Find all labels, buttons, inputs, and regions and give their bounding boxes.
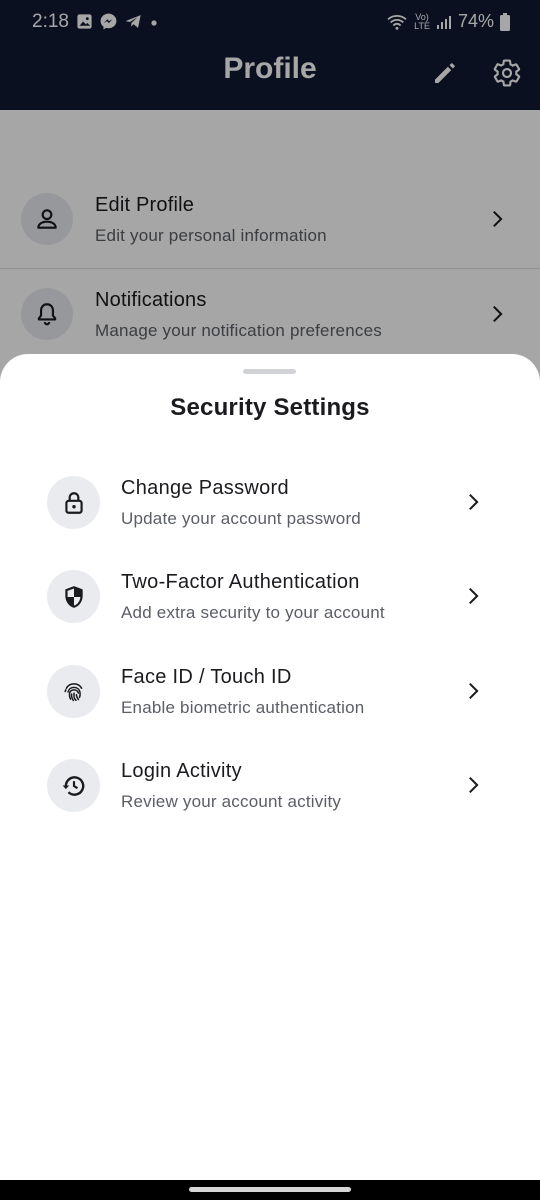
security-settings-sheet: Security Settings Change Password Update… [0, 354, 540, 1180]
chevron-right-icon [469, 776, 479, 794]
chevron-right-icon [469, 682, 479, 700]
security-item-title: Two-Factor Authentication [121, 571, 360, 593]
security-item-icon-wrap [47, 665, 100, 718]
chevron-right-icon [469, 493, 479, 511]
lock-icon [64, 491, 83, 514]
security-item-title: Face ID / Touch ID [121, 666, 292, 688]
sheet-drag-handle[interactable] [243, 369, 296, 374]
sheet-title: Security Settings [170, 394, 370, 421]
chevron-right-icon [469, 587, 479, 605]
security-item-icon-wrap [47, 476, 100, 529]
security-item-subtitle: Update your account password [121, 509, 361, 528]
security-item-icon-wrap [47, 759, 100, 812]
home-gesture-pill[interactable] [189, 1187, 351, 1192]
system-nav-bar [0, 1180, 540, 1200]
security-item-icon-wrap [47, 570, 100, 623]
security-item-change-password[interactable]: Change Password Update your account pass… [0, 476, 540, 570]
security-item-subtitle: Add extra security to your account [121, 603, 385, 622]
security-item-subtitle: Enable biometric authentication [121, 698, 365, 717]
security-item-title: Change Password [121, 477, 289, 499]
fingerprint-icon [63, 682, 82, 701]
security-item-login-activity[interactable]: Login Activity Review your account activ… [0, 759, 540, 853]
security-item-title: Login Activity [121, 760, 242, 782]
shield-icon [64, 585, 83, 608]
history-icon [62, 775, 84, 796]
security-item-biometric[interactable]: Face ID / Touch ID Enable biometric auth… [0, 665, 540, 759]
security-item-subtitle: Review your account activity [121, 792, 342, 811]
security-item-two-factor[interactable]: Two-Factor Authentication Add extra secu… [0, 570, 540, 664]
